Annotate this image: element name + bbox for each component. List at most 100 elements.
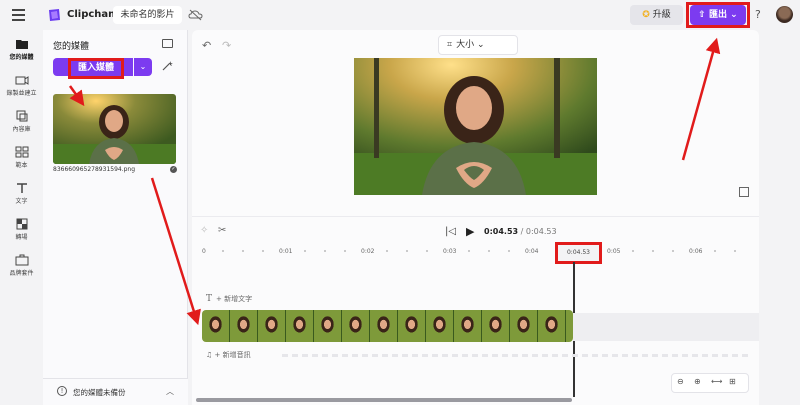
play-icon[interactable]: ▶: [466, 225, 474, 238]
fit-timeline-icon[interactable]: ⟷: [711, 377, 722, 386]
help-icon[interactable]: ?: [755, 8, 761, 21]
import-media-label[interactable]: 匯入媒體: [68, 58, 124, 79]
clip-frame: [258, 310, 286, 342]
ruler-dot: [734, 250, 736, 252]
music-icon: ♫: [206, 351, 215, 359]
premium-icon: ✪: [642, 10, 650, 20]
nav-item-transitions[interactable]: 轉場: [0, 218, 43, 241]
add-text-label: + 新增文字: [216, 295, 253, 303]
cloud-off-icon[interactable]: [188, 8, 203, 22]
undo-icon[interactable]: ↶: [202, 39, 211, 52]
add-text-track[interactable]: T + 新增文字: [206, 294, 252, 304]
zoom-out-icon[interactable]: ⊖: [677, 377, 684, 386]
nav-item-brand-kit[interactable]: 品牌套件: [0, 254, 43, 277]
total-time: / 0:04.53: [518, 227, 557, 236]
text-icon: T: [206, 294, 213, 304]
transitions-icon: [16, 218, 27, 230]
ruler-dot: [426, 250, 428, 252]
ruler-dot: [344, 250, 346, 252]
clip-frame: [454, 310, 482, 342]
text-icon: [16, 183, 27, 193]
nav-item-templates[interactable]: 範本: [0, 146, 43, 169]
avatar[interactable]: [776, 6, 793, 23]
playhead-time-label[interactable]: 0:04.53: [555, 242, 602, 264]
nav-label: 錄製並建立: [6, 90, 37, 97]
clip-frame: [370, 310, 398, 342]
folder-icon: [15, 40, 28, 49]
info-icon: !: [57, 386, 67, 396]
ruler-tick: 0:01: [279, 248, 293, 255]
timeline: ✧ ✂ |◁ ▶ 0:04.53 / 0:04.53 0 0:01 0:02 0…: [192, 216, 759, 405]
add-audio-label: + 新增音訊: [214, 351, 251, 359]
nav-label: 範本: [15, 162, 28, 169]
export-highlight-box: [686, 2, 750, 28]
clip-frame: [398, 310, 426, 342]
nav-label: 您的媒體: [9, 54, 34, 61]
magic-icon[interactable]: ✧: [200, 225, 208, 236]
zoom-toolbar: ⊖ ⊕ ⟷ ⊞: [671, 373, 749, 393]
aspect-ratio-button[interactable]: ⌗ 大小 ⌄: [438, 35, 518, 55]
magic-wand-icon[interactable]: [161, 60, 173, 72]
ruler-tick: 0:03: [443, 248, 457, 255]
nav-label: 品牌套件: [9, 270, 34, 277]
skip-back-icon[interactable]: |◁: [445, 226, 456, 237]
media-thumbnail[interactable]: [53, 94, 176, 164]
add-track-icon[interactable]: ⊞: [729, 377, 736, 386]
ruler-dot: [242, 250, 244, 252]
upgrade-label: 升級: [652, 10, 671, 20]
nav-item-media[interactable]: 您的媒體: [0, 38, 43, 61]
fullscreen-icon[interactable]: [739, 187, 749, 197]
ruler-dot: [386, 250, 388, 252]
zoom-in-icon[interactable]: ⊕: [694, 377, 701, 386]
backup-status-bar[interactable]: ! 您的媒體未備份 ︿: [43, 378, 188, 405]
ruler-dot: [672, 250, 674, 252]
media-panel: 您的媒體 ⌄ 836660965278931594.png ✓: [43, 30, 188, 405]
menu-icon[interactable]: [12, 9, 25, 21]
ruler-dot: [468, 250, 470, 252]
clip-frame: [566, 310, 573, 342]
ruler-dot: [324, 250, 326, 252]
ruler-dot: [406, 250, 408, 252]
time-display: 0:04.53 / 0:04.53: [484, 227, 557, 236]
ruler-tick: 0:05: [607, 248, 621, 255]
nav-item-text[interactable]: 文字: [0, 182, 43, 205]
clip-frame: [482, 310, 510, 342]
ruler-dot: [304, 250, 306, 252]
video-preview[interactable]: [354, 58, 597, 195]
clipchamp-logo-icon: [49, 9, 60, 21]
ruler-dot: [714, 250, 716, 252]
library-icon: [16, 110, 27, 122]
camera-icon: [15, 76, 28, 85]
timeline-scrollbar[interactable]: [196, 398, 572, 402]
clip-frame: [510, 310, 538, 342]
video-clip[interactable]: [202, 310, 573, 342]
ruler-tick: 0:06: [689, 248, 703, 255]
import-dropdown-button[interactable]: ⌄: [134, 58, 152, 76]
nav-label: 內容庫: [12, 126, 31, 133]
left-navigation: 您的媒體 錄製並建立 內容庫 範本 文字 轉場 品牌套件: [0, 30, 43, 405]
nav-item-record[interactable]: 錄製並建立: [0, 74, 43, 97]
empty-track-area: [573, 313, 759, 341]
redo-icon[interactable]: ↷: [222, 39, 231, 52]
nav-label: 轉場: [15, 234, 28, 241]
current-time: 0:04.53: [484, 227, 519, 236]
clip-frame: [342, 310, 370, 342]
clip-frame: [286, 310, 314, 342]
size-label: 大小: [456, 40, 475, 50]
templates-icon: [15, 146, 28, 158]
project-title[interactable]: 未命名的影片: [113, 6, 182, 24]
ruler-dot: [488, 250, 490, 252]
ruler-dot: [652, 250, 654, 252]
check-icon: ✓: [170, 166, 177, 173]
media-file-name: 836660965278931594.png: [53, 166, 136, 173]
clip-frame: [314, 310, 342, 342]
clip-frame: [538, 310, 566, 342]
chevron-up-icon[interactable]: ︿: [166, 386, 174, 397]
add-audio-track[interactable]: ♫ + 新增音訊: [206, 350, 251, 360]
nav-item-library[interactable]: 內容庫: [0, 110, 43, 133]
media-view-icon[interactable]: [162, 39, 173, 48]
ruler-dot: [262, 250, 264, 252]
scissors-icon[interactable]: ✂: [218, 225, 226, 236]
ruler-dot: [508, 250, 510, 252]
upgrade-button[interactable]: ✪ 升級: [630, 5, 683, 25]
